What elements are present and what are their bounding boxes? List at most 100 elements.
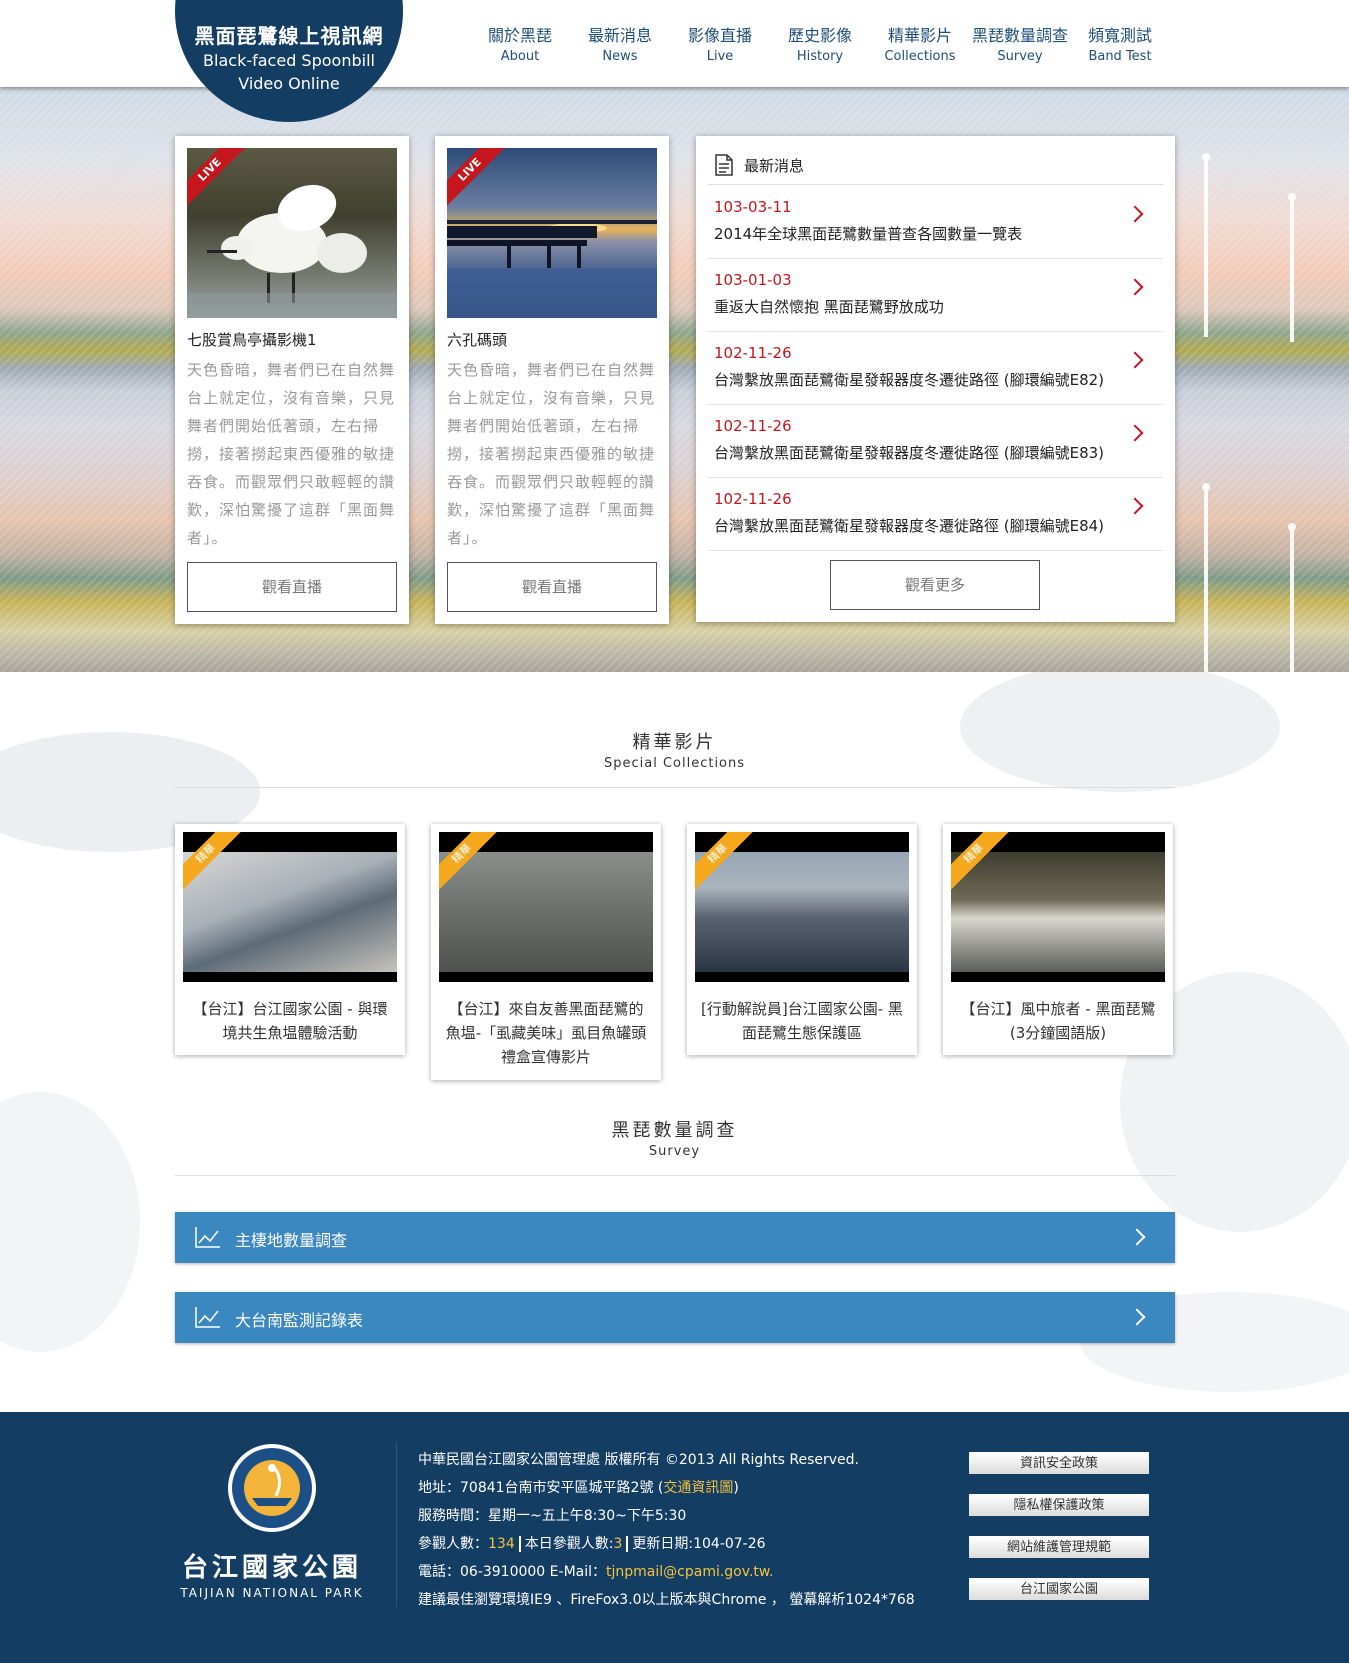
featured-badge-text: 精華 <box>439 832 499 892</box>
watch-live-button[interactable]: 觀看直播 <box>447 562 657 612</box>
survey-title-en: Survey <box>648 1144 701 1159</box>
chevron-right-icon <box>1128 1308 1146 1326</box>
news-item[interactable]: 102-11-26 台灣繫放黑面琵鷺衛星發報器度冬遷徙路徑 (腳環編號E83) <box>708 405 1163 478</box>
news-title: 2014年全球黑面琵鷺數量普查各國數量一覽表 <box>714 225 1023 243</box>
service-hours: 服務時間：星期一~五上午8:30~下午5:30 <box>418 1508 687 1524</box>
nav-label-zh: 影像直播 <box>687 26 752 45</box>
live-badge: LIVE <box>187 148 247 208</box>
survey-item-label: 大台南監測記錄表 <box>235 1311 364 1330</box>
collections-title-en: Special Collections <box>603 756 746 771</box>
wind-turbine-decoration <box>1202 153 1210 337</box>
featured-badge: 精華 <box>439 832 499 892</box>
news-date: 102-11-26 <box>714 344 792 362</box>
live-card: LIVE 七股賞鳥亭攝影機1 天色昏暗，舞者們已在自然舞台上就定位，沒有音樂，只… <box>175 136 409 624</box>
nav-item-news[interactable]: 最新消息 News <box>570 22 670 64</box>
nav-item-history[interactable]: 歷史影像 History <box>770 22 870 64</box>
watch-live-button[interactable]: 觀看直播 <box>187 562 397 612</box>
news-item[interactable]: 102-11-26 台灣繫放黑面琵鷺衛星發報器度冬遷徙路徑 (腳環編號E82) <box>708 332 1163 405</box>
park-emblem-icon <box>228 1444 316 1532</box>
featured-badge: 精華 <box>951 832 1011 892</box>
site-title-zh: 黑面琵鷺線上視訊網 <box>194 24 384 48</box>
nav-label-zh: 黑琵數量調查 <box>971 26 1068 45</box>
site-title-en: Black-faced Spoonbill Video Online <box>175 49 403 95</box>
video-thumbnail: 精華 <box>439 832 653 982</box>
video-card[interactable]: 精華 [行動解說員]台江國家公園- 黑面琵鷺生態保護區 <box>687 824 917 1055</box>
site-title-en-line1: Black-faced Spoonbill <box>203 51 375 70</box>
news-header: 最新消息 <box>714 154 804 176</box>
nav-label-zh: 精華影片 <box>887 26 952 45</box>
live-badge-text: LIVE <box>187 148 247 208</box>
line-chart-icon <box>195 1307 220 1328</box>
wind-turbine-decoration <box>1288 523 1296 672</box>
site-title-en-line2: Video Online <box>238 74 340 93</box>
live-card-title[interactable]: 六孔碼頭 <box>447 329 507 350</box>
park-name-zh: 台江國家公園 <box>181 1553 362 1583</box>
video-title: 【台江】來自友善黑面琵鷺的魚塭-「虱藏美味」虱目魚罐頭禮盒宣傳影片 <box>445 1000 647 1066</box>
footer-divider <box>396 1442 397 1607</box>
nav-label-zh: 關於黑琵 <box>487 26 552 45</box>
video-title: 【台江】台江國家公園 - 與環境共生魚塭體驗活動 <box>192 1000 388 1042</box>
video-card[interactable]: 精華 【台江】風中旅者 - 黑面琵鷺 (3分鐘國語版) <box>943 824 1173 1055</box>
today-label: 本日參觀人數: <box>524 1536 614 1552</box>
news-title: 台灣繫放黑面琵鷺衛星發報器度冬遷徙路徑 (腳環編號E82) <box>714 371 1105 389</box>
news-item[interactable]: 103-01-03 重返大自然懷抱 黑面琵鷺野放成功 <box>708 259 1163 332</box>
park-name-en: TAIJIAN NATIONAL PARK <box>180 1586 364 1600</box>
news-title: 台灣繫放黑面琵鷺衛星發報器度冬遷徙路徑 (腳環編號E83) <box>714 444 1105 462</box>
browser-note: 建議最佳瀏覽環境IE9 、FireFox3.0以上版本與Chrome ， 螢幕解… <box>418 1592 915 1608</box>
nav-item-band-test[interactable]: 頻寬測試 Band Test <box>1070 22 1170 64</box>
wind-turbine-decoration <box>1288 193 1296 342</box>
more-news-button[interactable]: 觀看更多 <box>830 560 1040 610</box>
live-badge-text: LIVE <box>447 148 507 208</box>
visitor-stats: 參觀人數：134 本日參觀人數:3 更新日期:104-07-26 <box>418 1530 915 1558</box>
nav-item-collections[interactable]: 精華影片 Collections <box>870 22 970 64</box>
park-logo[interactable]: 台江國家公園 TAIJIAN NATIONAL PARK <box>172 1442 372 1607</box>
document-icon <box>715 154 733 176</box>
survey-item[interactable]: 大台南監測記錄表 <box>175 1292 1175 1343</box>
video-card[interactable]: 精華 【台江】台江國家公園 - 與環境共生魚塭體驗活動 <box>175 824 405 1055</box>
nav-label-en: Collections <box>884 49 956 64</box>
video-thumbnail: 精華 <box>951 832 1165 982</box>
email-link[interactable]: tjnpmail@cpami.gov.tw. <box>606 1564 773 1580</box>
video-card[interactable]: 精華 【台江】來自友善黑面琵鷺的魚塭-「虱藏美味」虱目魚罐頭禮盒宣傳影片 <box>431 824 661 1080</box>
footer-link-privacy-policy[interactable]: 隱私權保護政策 <box>969 1494 1149 1516</box>
news-date: 102-11-26 <box>714 417 792 435</box>
contact-line: 電話：06-3910000 E-Mail：tjnpmail@cpami.gov.… <box>418 1558 915 1586</box>
video-thumbnail: 精華 <box>183 832 397 982</box>
nav-label-en: Survey <box>997 49 1043 64</box>
footer-link-security-policy[interactable]: 資訊安全政策 <box>969 1452 1149 1474</box>
live-thumbnail[interactable]: LIVE <box>187 148 397 318</box>
video-thumbnail: 精華 <box>695 832 909 982</box>
video-title: 【台江】風中旅者 - 黑面琵鷺 (3分鐘國語版) <box>960 1000 1156 1042</box>
nav-label-en: About <box>500 49 540 64</box>
footer-link-national-park[interactable]: 台江國家公園 <box>969 1578 1149 1600</box>
nav-item-survey[interactable]: 黑琵數量調查 Survey <box>970 22 1070 64</box>
footer-info: 中華民國台江國家公園管理處 版權所有 ©2013 All Rights Rese… <box>418 1446 915 1614</box>
address-text: 地址：70841台南市安平區城平路2號 ( <box>418 1480 664 1496</box>
news-item[interactable]: 103-03-11 2014年全球黑面琵鷺數量普查各國數量一覽表 <box>708 186 1163 259</box>
featured-badge-text: 精華 <box>695 832 755 892</box>
nav-item-about[interactable]: 關於黑琵 About <box>470 22 570 64</box>
featured-badge: 精華 <box>695 832 755 892</box>
live-card-title[interactable]: 七股賞鳥亭攝影機1 <box>187 329 317 350</box>
nav-label-zh: 歷史影像 <box>787 26 852 45</box>
news-divider <box>708 184 1163 185</box>
chevron-right-icon <box>1126 424 1144 442</box>
survey-item[interactable]: 主棲地數量調查 <box>175 1212 1175 1263</box>
nav-item-live[interactable]: 影像直播 Live <box>670 22 770 64</box>
live-thumbnail[interactable]: LIVE <box>447 148 657 318</box>
collections-title-zh: 精華影片 <box>632 732 717 753</box>
chevron-right-icon <box>1126 497 1144 515</box>
survey-heading: 黑琵數量調查 Survey <box>0 1116 1349 1159</box>
survey-divider <box>175 1175 1175 1176</box>
news-item[interactable]: 102-11-26 台灣繫放黑面琵鷺衛星發報器度冬遷徙路徑 (腳環編號E84) <box>708 478 1163 551</box>
line-chart-icon <box>195 1227 220 1248</box>
featured-badge-text: 精華 <box>183 832 243 892</box>
live-card: LIVE 六孔碼頭 天色昏暗，舞者們已在自然舞台上就定位，沒有音樂，只見舞者們開… <box>435 136 669 624</box>
footer-link-maintenance-rules[interactable]: 網站維護管理規範 <box>969 1536 1149 1558</box>
address-suffix: ) <box>733 1480 739 1496</box>
live-badge: LIVE <box>447 148 507 208</box>
chevron-right-icon <box>1128 1228 1146 1246</box>
nav-label-en: Live <box>706 49 734 64</box>
traffic-info-link[interactable]: 交通資訊圖 <box>663 1480 733 1496</box>
visitors-count: 134 <box>488 1536 515 1552</box>
